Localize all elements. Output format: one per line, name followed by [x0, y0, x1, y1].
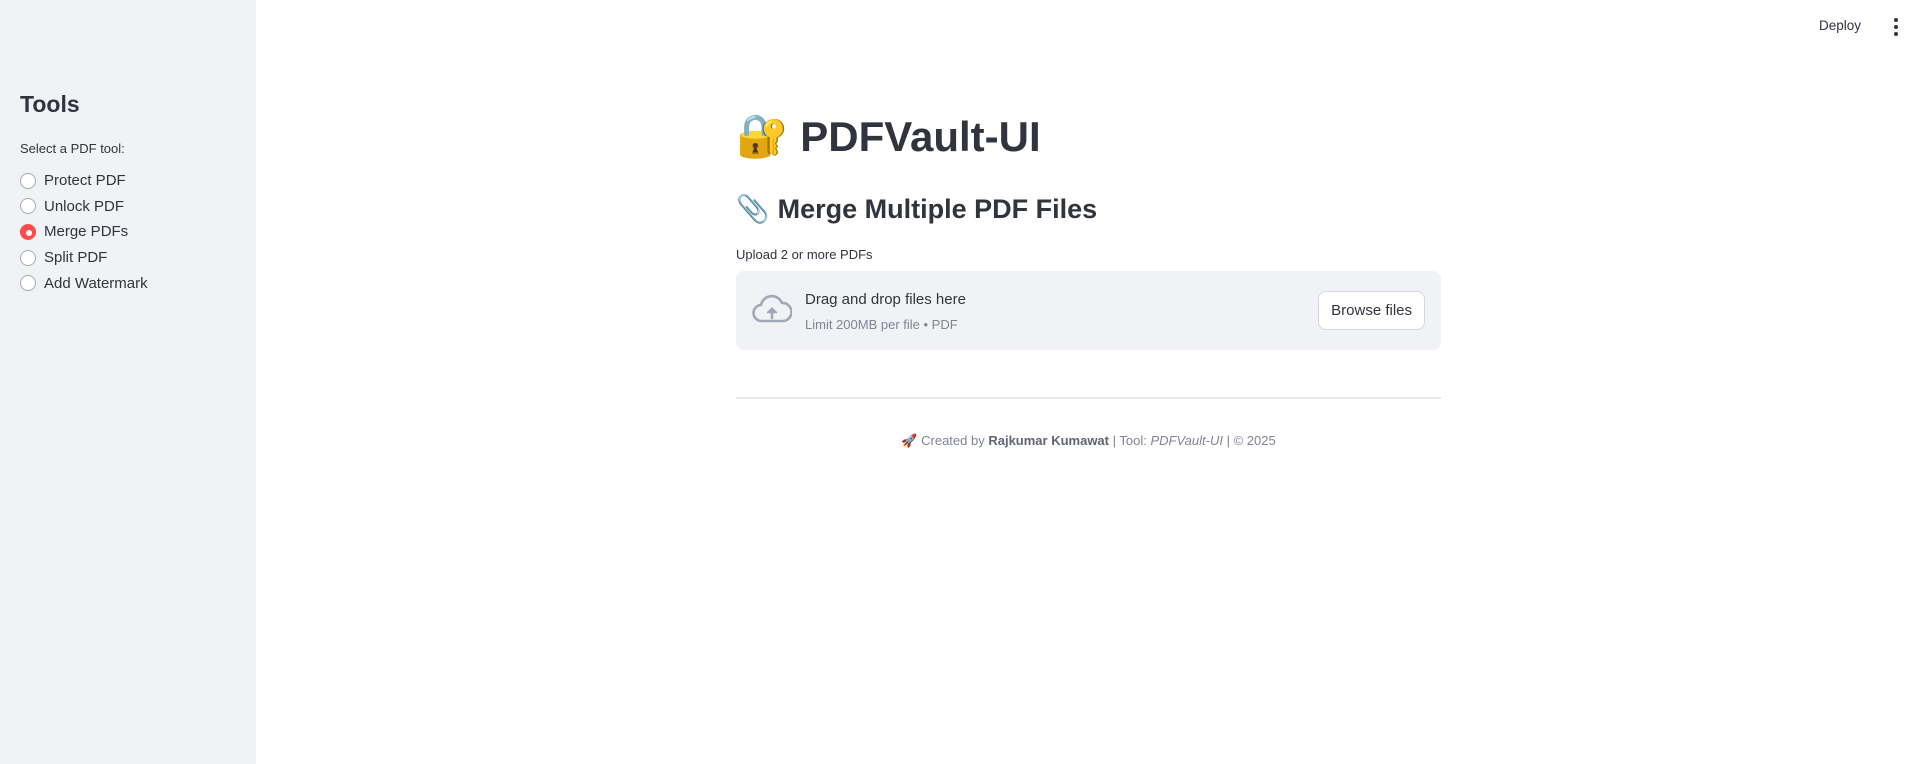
radio-option-protect-pdf[interactable]: Protect PDF — [20, 168, 148, 194]
deploy-button[interactable]: Deploy — [1815, 16, 1865, 35]
lock-key-icon: 🔐 — [736, 112, 789, 159]
radio-option-label: Merge PDFs — [44, 223, 129, 241]
radio-circle[interactable] — [20, 249, 36, 266]
app-root: Tools Select a PDF tool: Protect PDF Unl… — [0, 0, 1917, 764]
radio-option-label: Protect PDF — [44, 172, 126, 190]
page-title: 🔐 PDFVault-UI — [736, 112, 1041, 161]
radio-option-unlock-pdf[interactable]: Unlock PDF — [20, 194, 148, 220]
footer-tool-name: PDFVault-UI — [1150, 433, 1223, 448]
footer-suffix: | © 2025 — [1226, 433, 1276, 448]
section-title: 📎 Merge Multiple PDF Files — [736, 193, 1097, 225]
page-title-text: PDFVault-UI — [800, 112, 1041, 160]
footer-prefix: Created by — [921, 433, 985, 448]
dropzone-subtitle: Limit 200MB per file • PDF — [805, 317, 958, 332]
radio-option-merge-pdfs[interactable]: Merge PDFs — [20, 219, 148, 245]
footer: 🚀 Created by Rajkumar Kumawat | Tool: PD… — [736, 433, 1441, 449]
upload-label: Upload 2 or more PDFs — [736, 247, 873, 262]
kebab-menu-icon[interactable] — [1891, 18, 1901, 36]
radio-option-label: Unlock PDF — [44, 197, 125, 215]
menu-dot — [1894, 25, 1898, 29]
browse-files-button[interactable]: Browse files — [1318, 291, 1425, 330]
radio-option-label: Add Watermark — [44, 274, 148, 292]
sidebar: Tools Select a PDF tool: Protect PDF Unl… — [0, 0, 256, 764]
tool-radio-label: Select a PDF tool: — [20, 141, 125, 156]
dropzone-title: Drag and drop files here — [805, 291, 966, 308]
radio-option-add-watermark[interactable]: Add Watermark — [20, 270, 148, 296]
radio-option-label: Split PDF — [44, 249, 108, 267]
radio-circle[interactable] — [20, 275, 36, 292]
radio-option-split-pdf[interactable]: Split PDF — [20, 245, 148, 271]
radio-circle[interactable] — [20, 172, 36, 189]
cloud-upload-icon — [752, 294, 792, 323]
radio-circle[interactable] — [20, 198, 36, 215]
footer-author: Rajkumar Kumawat — [988, 433, 1109, 448]
menu-dot — [1894, 18, 1898, 22]
tool-radio-group: Protect PDF Unlock PDF Merge PDFs Split … — [20, 168, 148, 296]
menu-dot — [1894, 32, 1898, 36]
footer-tool-prefix: | Tool: — [1112, 433, 1147, 448]
divider — [736, 397, 1441, 399]
file-dropzone[interactable]: Drag and drop files here Limit 200MB per… — [736, 271, 1441, 350]
paperclip-icon: 📎 — [736, 194, 770, 224]
sidebar-title: Tools — [20, 91, 80, 117]
rocket-icon: 🚀 — [901, 433, 918, 448]
section-title-text: Merge Multiple PDF Files — [777, 193, 1098, 224]
radio-circle-selected[interactable] — [20, 223, 36, 240]
